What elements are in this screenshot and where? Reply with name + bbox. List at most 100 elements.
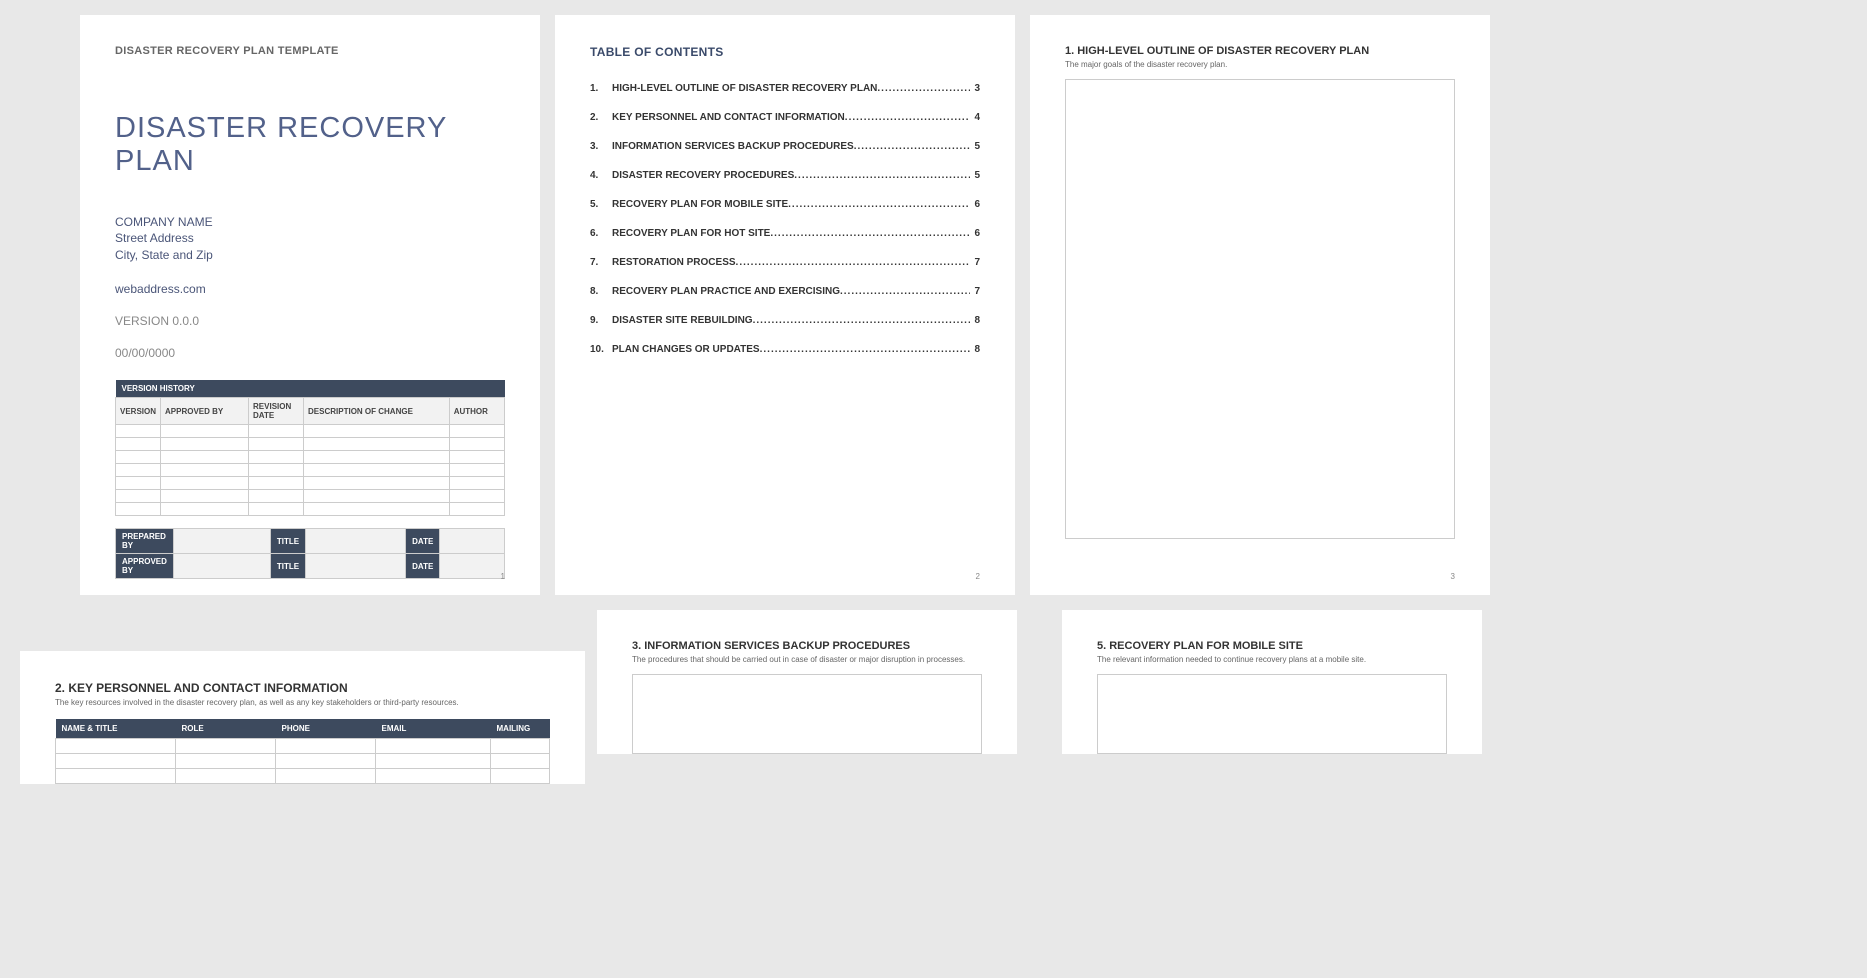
table-row: [56, 769, 550, 784]
toc-dots: ........................................…: [770, 228, 970, 239]
title-field-2: [306, 554, 406, 579]
signature-table: PREPARED BY TITLE DATE APPROVED BY TITLE…: [115, 528, 505, 579]
col-approved-by: APPROVED BY: [161, 398, 249, 425]
table-row: [56, 739, 550, 754]
page-number: 3: [1451, 572, 1455, 581]
table-row: [116, 477, 505, 490]
toc-title: TABLE OF CONTENTS: [590, 45, 980, 59]
table-row: [116, 503, 505, 516]
title-label-2: TITLE: [270, 554, 305, 579]
web-address: webaddress.com: [115, 282, 505, 296]
toc-dots: ........................................…: [794, 170, 970, 181]
toc-dots: ........................................…: [753, 315, 970, 326]
toc-page: 5: [970, 141, 980, 152]
content-box: [632, 674, 982, 754]
toc-item: 10.PLAN CHANGES OR UPDATES..............…: [590, 344, 980, 355]
toc-page: 8: [970, 315, 980, 326]
section-title: 5. RECOVERY PLAN FOR MOBILE SITE: [1097, 640, 1447, 652]
toc-item: 8.RECOVERY PLAN PRACTICE AND EXERCISING.…: [590, 286, 980, 297]
section-description: The relevant information needed to conti…: [1097, 655, 1447, 664]
document-page-6: 5. RECOVERY PLAN FOR MOBILE SITE The rel…: [1062, 610, 1482, 754]
date-label-cell-2: DATE: [406, 554, 440, 579]
date-field: [440, 529, 505, 554]
company-info: COMPANY NAME Street Address City, State …: [115, 214, 505, 264]
toc-page: 7: [970, 257, 980, 268]
toc-item: 2.KEY PERSONNEL AND CONTACT INFORMATION.…: [590, 112, 980, 123]
toc-item: 5.RECOVERY PLAN FOR MOBILE SITE.........…: [590, 199, 980, 210]
toc-page: 6: [970, 199, 980, 210]
date-label-cell: DATE: [406, 529, 440, 554]
toc-text: RECOVERY PLAN PRACTICE AND EXERCISING: [612, 286, 840, 297]
page-number: 2: [976, 572, 980, 581]
col-mailing: MAILING: [491, 719, 550, 739]
prepared-by-label: PREPARED BY: [116, 529, 174, 554]
toc-page: 3: [970, 83, 980, 94]
approved-by-field: [173, 554, 270, 579]
main-title: DISASTER RECOVERY PLAN: [115, 112, 505, 179]
toc-item: 7.RESTORATION PROCESS...................…: [590, 257, 980, 268]
col-phone: PHONE: [276, 719, 376, 739]
toc-number: 8.: [590, 286, 612, 297]
document-page-3: 1. HIGH-LEVEL OUTLINE OF DISASTER RECOVE…: [1030, 15, 1490, 595]
toc-item: 4.DISASTER RECOVERY PROCEDURES..........…: [590, 170, 980, 181]
title-label: TITLE: [270, 529, 305, 554]
toc-page: 8: [970, 344, 980, 355]
version-history-table: VERSION HISTORY VERSION APPROVED BY REVI…: [115, 380, 505, 516]
version-label: VERSION 0.0.0: [115, 314, 505, 328]
col-description: DESCRIPTION OF CHANGE: [304, 398, 450, 425]
document-page-4: 2. KEY PERSONNEL AND CONTACT INFORMATION…: [20, 651, 585, 784]
toc-page: 7: [970, 286, 980, 297]
date-field-2: [440, 554, 505, 579]
table-row: [116, 451, 505, 464]
section-title: 1. HIGH-LEVEL OUTLINE OF DISASTER RECOVE…: [1065, 45, 1455, 57]
section-description: The key resources involved in the disast…: [55, 698, 550, 707]
toc-item: 3.INFORMATION SERVICES BACKUP PROCEDURES…: [590, 141, 980, 152]
toc-number: 4.: [590, 170, 612, 181]
toc-page: 4: [970, 112, 980, 123]
col-role: ROLE: [176, 719, 276, 739]
toc-dots: ........................................…: [877, 83, 970, 94]
contact-table: NAME & TITLE ROLE PHONE EMAIL MAILING: [55, 719, 550, 784]
street-address: Street Address: [115, 230, 505, 247]
page-number: 1: [501, 572, 505, 581]
title-field: [306, 529, 406, 554]
toc-text: DISASTER SITE REBUILDING: [612, 315, 753, 326]
toc-dots: ........................................…: [840, 286, 970, 297]
section-description: The major goals of the disaster recovery…: [1065, 60, 1455, 69]
toc-number: 5.: [590, 199, 612, 210]
toc-page: 6: [970, 228, 980, 239]
toc-dots: ........................................…: [760, 344, 970, 355]
content-box: [1097, 674, 1447, 754]
toc-page: 5: [970, 170, 980, 181]
col-email: EMAIL: [376, 719, 491, 739]
col-version: VERSION: [116, 398, 161, 425]
section-description: The procedures that should be carried ou…: [632, 655, 982, 664]
toc-item: 6.RECOVERY PLAN FOR HOT SITE............…: [590, 228, 980, 239]
table-row: [116, 425, 505, 438]
approved-by-label: APPROVED BY: [116, 554, 174, 579]
toc-list: 1.HIGH-LEVEL OUTLINE OF DISASTER RECOVER…: [590, 83, 980, 355]
company-name: COMPANY NAME: [115, 214, 505, 231]
toc-text: RECOVERY PLAN FOR HOT SITE: [612, 228, 770, 239]
toc-text: RECOVERY PLAN FOR MOBILE SITE: [612, 199, 788, 210]
col-revision-date: REVISION DATE: [249, 398, 304, 425]
toc-text: KEY PERSONNEL AND CONTACT INFORMATION: [612, 112, 845, 123]
toc-text: INFORMATION SERVICES BACKUP PROCEDURES: [612, 141, 854, 152]
toc-item: 1.HIGH-LEVEL OUTLINE OF DISASTER RECOVER…: [590, 83, 980, 94]
date-label: 00/00/0000: [115, 346, 505, 360]
toc-text: DISASTER RECOVERY PROCEDURES: [612, 170, 794, 181]
prepared-by-field: [173, 529, 270, 554]
toc-number: 9.: [590, 315, 612, 326]
table-row: [116, 438, 505, 451]
section-title: 3. INFORMATION SERVICES BACKUP PROCEDURE…: [632, 640, 982, 652]
toc-dots: ........................................…: [736, 257, 970, 268]
section-title: 2. KEY PERSONNEL AND CONTACT INFORMATION: [55, 681, 550, 695]
table-row: [56, 754, 550, 769]
toc-number: 3.: [590, 141, 612, 152]
toc-dots: ........................................…: [788, 199, 970, 210]
toc-item: 9.DISASTER SITE REBUILDING..............…: [590, 315, 980, 326]
content-box: [1065, 79, 1455, 539]
toc-text: RESTORATION PROCESS: [612, 257, 736, 268]
document-page-5: 3. INFORMATION SERVICES BACKUP PROCEDURE…: [597, 610, 1017, 754]
toc-number: 1.: [590, 83, 612, 94]
